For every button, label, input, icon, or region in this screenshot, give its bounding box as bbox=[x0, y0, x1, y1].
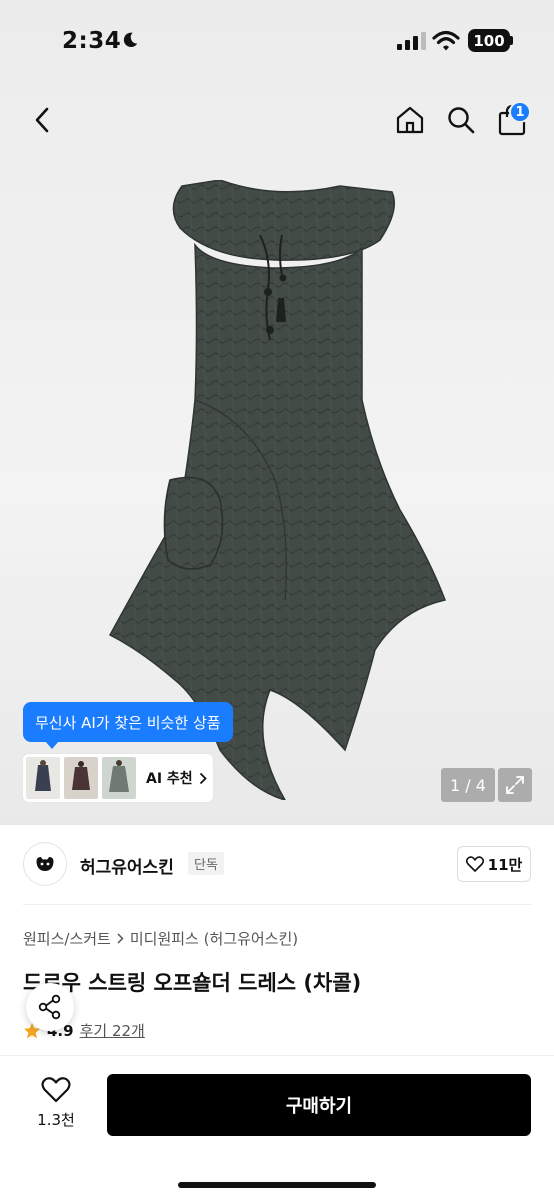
product-image-gallery[interactable]: 2:34 100 1 무신사 AI가 찾은 비슷한 상품 AI 추천 1 / 4 bbox=[0, 0, 554, 825]
ai-thumbnail[interactable] bbox=[102, 757, 136, 799]
brand-logo[interactable] bbox=[23, 842, 67, 886]
back-button[interactable] bbox=[22, 100, 62, 140]
home-button[interactable] bbox=[391, 100, 429, 140]
brand-name[interactable]: 허그유어스킨 bbox=[80, 853, 174, 878]
chevron-right-icon bbox=[199, 772, 207, 784]
battery-indicator: 100 bbox=[468, 29, 510, 52]
home-icon bbox=[396, 106, 424, 134]
breadcrumb-category[interactable]: 원피스/스커트 bbox=[23, 928, 111, 949]
brand-like-button[interactable]: 11만 bbox=[457, 846, 531, 882]
battery-level: 100 bbox=[473, 31, 505, 50]
battery-tip bbox=[510, 36, 513, 45]
status-bar: 2:34 100 bbox=[0, 0, 554, 84]
moon-icon bbox=[123, 32, 138, 48]
chevron-right-icon bbox=[117, 933, 124, 944]
brand-row: 허그유어스킨 단독 11만 bbox=[0, 825, 554, 905]
buy-button[interactable]: 구매하기 bbox=[107, 1074, 531, 1136]
ai-recommend-button[interactable]: AI 추천 bbox=[146, 768, 207, 788]
search-icon bbox=[448, 107, 475, 134]
wishlist-button[interactable]: 1.3천 bbox=[26, 1076, 86, 1136]
product-title: 드로우 스트링 오프숄더 드레스 (차콜) bbox=[23, 971, 362, 995]
share-button[interactable] bbox=[26, 983, 74, 1031]
brand-logo-icon bbox=[36, 857, 54, 871]
brand-like-count: 11만 bbox=[487, 855, 523, 874]
heart-icon bbox=[465, 856, 484, 872]
home-indicator bbox=[178, 1182, 376, 1188]
status-time: 2:34 bbox=[62, 28, 122, 54]
ai-tooltip-text: 무신사 AI가 찾은 비슷한 상품 bbox=[35, 713, 221, 732]
ai-thumbnail[interactable] bbox=[26, 757, 60, 799]
breadcrumb-subcategory[interactable]: 미디원피스 (허그유어스킨) bbox=[130, 928, 298, 949]
fullscreen-button[interactable] bbox=[498, 768, 532, 802]
breadcrumb: 원피스/스커트 미디원피스 (허그유어스킨) bbox=[23, 928, 298, 949]
chevron-left-icon bbox=[35, 107, 49, 133]
divider bbox=[23, 904, 531, 905]
exclusive-badge: 단독 bbox=[188, 852, 224, 875]
bottom-action-bar: 1.3천 구매하기 bbox=[0, 1055, 554, 1200]
ai-recommend-strip[interactable]: AI 추천 bbox=[23, 754, 213, 802]
review-count-link[interactable]: 후기 22개 bbox=[80, 1020, 145, 1041]
ai-similar-tooltip[interactable]: 무신사 AI가 찾은 비슷한 상품 bbox=[23, 702, 233, 749]
cart-count-badge: 1 bbox=[509, 101, 531, 123]
search-button[interactable] bbox=[442, 100, 480, 140]
heart-icon bbox=[41, 1077, 71, 1103]
share-icon bbox=[38, 994, 61, 1020]
expand-icon bbox=[506, 776, 524, 794]
ai-thumbnail[interactable] bbox=[64, 757, 98, 799]
cellular-signal-icon bbox=[397, 32, 426, 50]
ai-recommend-label: AI 추천 bbox=[146, 771, 193, 787]
wifi-icon bbox=[432, 30, 460, 51]
wishlist-count: 1.3천 bbox=[37, 1111, 75, 1129]
image-pager: 1 / 4 bbox=[441, 768, 495, 802]
